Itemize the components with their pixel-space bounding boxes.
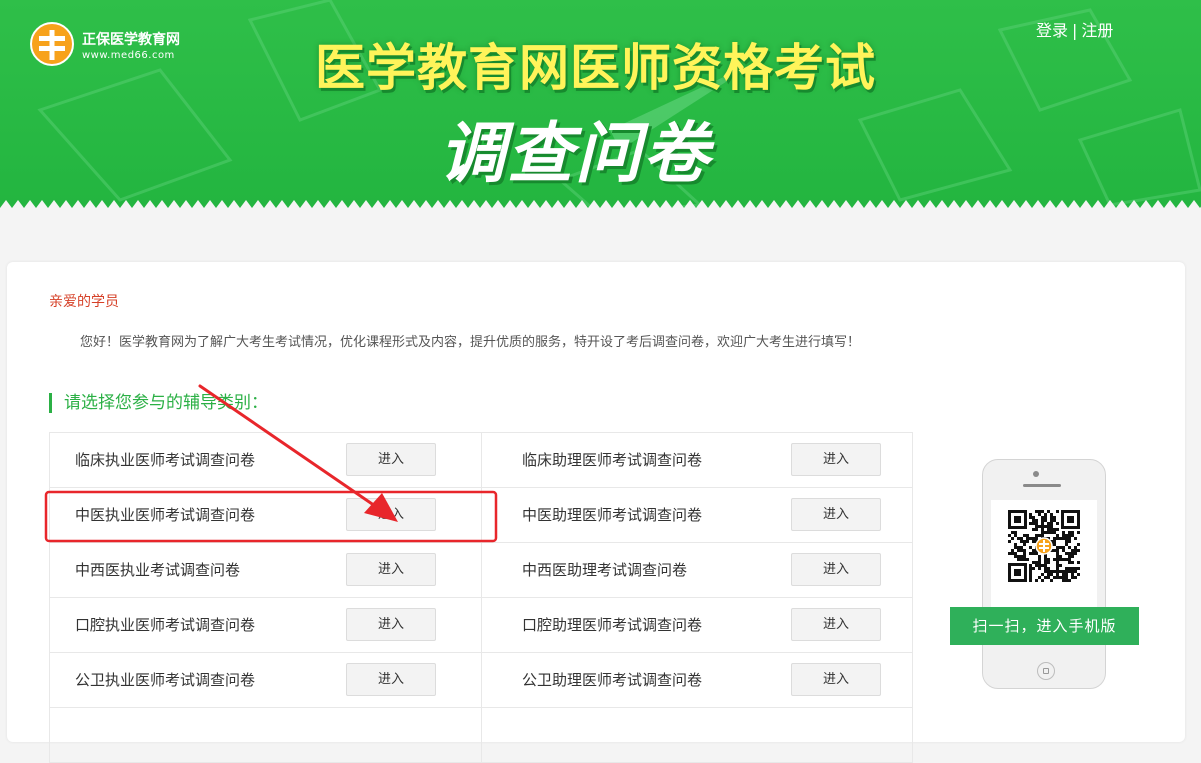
table-row: 中西医执业考试调查问卷 进入 中西医助理考试调查问卷 进入: [49, 543, 913, 598]
intro-paragraph: 您好！医学教育网为了解广大考生考试情况，优化课程形式及内容，提升优质的服务，特开…: [80, 335, 861, 350]
enter-button-clinical-practitioner[interactable]: 进入: [346, 443, 436, 476]
table-row-partial: [49, 708, 913, 763]
enter-button-integrated-assistant[interactable]: 进入: [791, 553, 881, 586]
survey-cell-integrated-practitioner: 中西医执业考试调查问卷 进入: [50, 543, 481, 597]
section-heading: 请选择您参与的辅导类别：: [49, 393, 268, 413]
table-row: 口腔执业医师考试调查问卷 进入 口腔助理医师考试调查问卷 进入: [49, 598, 913, 653]
survey-label: 口腔执业医师考试调查问卷: [75, 616, 256, 634]
survey-table: 临床执业医师考试调查问卷 进入 临床助理医师考试调查问卷 进入 中医执业医师考试…: [49, 432, 913, 763]
survey-cell-integrated-assistant: 中西医助理考试调查问卷 进入: [481, 543, 912, 597]
survey-cell-partial: [481, 708, 912, 762]
survey-label: 临床助理医师考试调查问卷: [522, 451, 703, 469]
table-row: 中医执业医师考试调查问卷 进入 中医助理医师考试调查问卷 进入: [49, 488, 913, 543]
enter-button-clinical-assistant[interactable]: 进入: [791, 443, 881, 476]
page-title: 医学教育网医师资格考试: [0, 28, 1201, 100]
survey-label: 中西医执业考试调查问卷: [75, 561, 241, 579]
enter-button-tcm-assistant[interactable]: 进入: [791, 498, 881, 531]
survey-cell-dental-assistant: 口腔助理医师考试调查问卷 进入: [481, 598, 912, 652]
survey-cell-partial: [50, 708, 481, 762]
table-row: 公卫执业医师考试调查问卷 进入 公卫助理医师考试调查问卷 进入: [49, 653, 913, 708]
enter-button-public-health-practitioner[interactable]: 进入: [346, 663, 436, 696]
survey-cell-clinical-practitioner: 临床执业医师考试调查问卷 进入: [50, 433, 481, 487]
auth-separator: |: [1072, 21, 1078, 40]
mobile-version-button[interactable]: 扫一扫，进入手机版: [950, 607, 1139, 645]
banner-zigzag-edge: [0, 200, 1201, 225]
survey-label: 口腔助理医师考试调查问卷: [522, 616, 703, 634]
enter-button-public-health-assistant[interactable]: 进入: [791, 663, 881, 696]
survey-cell-tcm-assistant: 中医助理医师考试调查问卷 进入: [481, 488, 912, 542]
phone-speaker: [1023, 484, 1061, 487]
survey-label: 中医助理医师考试调查问卷: [522, 506, 703, 524]
qr-code-icon: [1008, 510, 1080, 582]
header-banner: 正保医学教育网 www.med66.com 医学教育网医师资格考试 调查问卷 登…: [0, 0, 1201, 225]
phone-mockup: [982, 459, 1106, 689]
auth-links: 登录 | 注册: [1036, 17, 1113, 41]
login-link[interactable]: 登录: [1036, 21, 1068, 40]
page-subtitle: 调查问卷: [439, 114, 711, 192]
survey-cell-tcm-practitioner: 中医执业医师考试调查问卷 进入: [50, 488, 481, 542]
survey-label: 公卫助理医师考试调查问卷: [522, 671, 703, 689]
survey-cell-public-health-assistant: 公卫助理医师考试调查问卷 进入: [481, 653, 912, 707]
table-row: 临床执业医师考试调查问卷 进入 临床助理医师考试调查问卷 进入: [49, 433, 913, 488]
survey-cell-dental-practitioner: 口腔执业医师考试调查问卷 进入: [50, 598, 481, 652]
survey-label: 临床执业医师考试调查问卷: [75, 451, 256, 469]
enter-button-dental-assistant[interactable]: 进入: [791, 608, 881, 641]
survey-label: 中西医助理考试调查问卷: [522, 561, 688, 579]
greeting-text: 亲爱的学员: [49, 294, 119, 310]
enter-button-tcm-practitioner[interactable]: 进入: [346, 498, 436, 531]
phone-home-button: [1037, 662, 1055, 680]
register-link[interactable]: 注册: [1081, 21, 1113, 40]
phone-camera: [1033, 471, 1039, 477]
survey-label: 公卫执业医师考试调查问卷: [75, 671, 256, 689]
enter-button-dental-practitioner[interactable]: 进入: [346, 608, 436, 641]
survey-cell-public-health-practitioner: 公卫执业医师考试调查问卷 进入: [50, 653, 481, 707]
page-title-text: 医学教育网医师资格考试: [315, 39, 876, 97]
survey-label: 中医执业医师考试调查问卷: [75, 506, 256, 524]
phone-screen: [991, 500, 1097, 610]
survey-cell-clinical-assistant: 临床助理医师考试调查问卷 进入: [481, 433, 912, 487]
enter-button-integrated-practitioner[interactable]: 进入: [346, 553, 436, 586]
